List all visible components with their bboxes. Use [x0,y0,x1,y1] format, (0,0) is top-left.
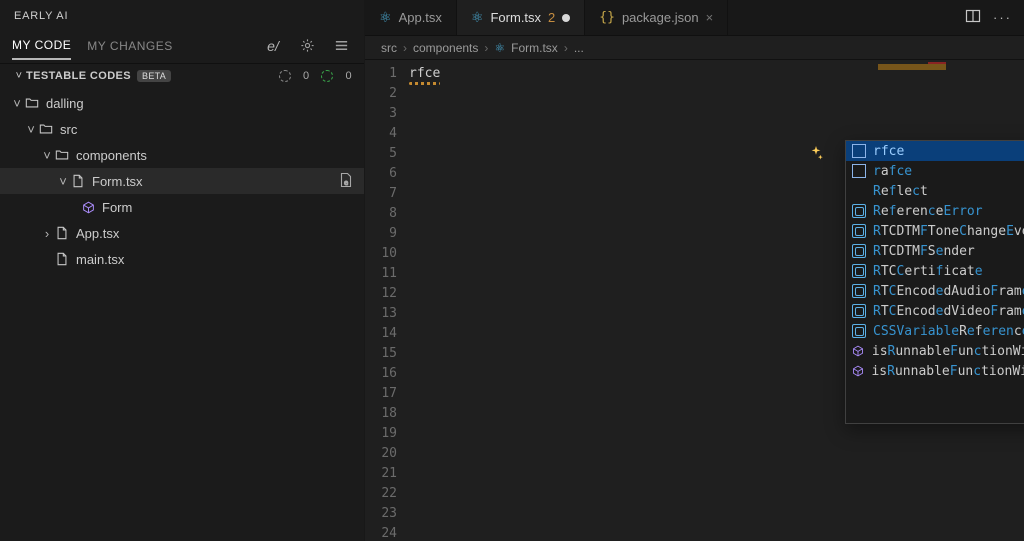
chevron-down-icon: ˅ [24,122,38,137]
chevron-down-icon: ˅ [10,96,24,111]
extension-title: EARLY AI [0,0,364,28]
tab-label: package.json [622,10,699,25]
progress-circle-green-icon [321,70,333,82]
chevron-down-icon: ˅ [56,174,70,189]
count-a: 0 [303,70,310,82]
autocomplete-item[interactable]: rfcereactFunctionalExportComponent [846,141,1024,161]
progress-circle-icon [279,70,291,82]
autocomplete-item[interactable]: ReferenceError [846,201,1024,221]
close-icon[interactable]: × [706,10,714,25]
autocomplete-item[interactable]: CSSVariableReferenceValue [846,321,1024,341]
chevron-down-icon: ˅ [40,148,54,163]
react-icon: ⚛ [494,41,505,55]
json-braces-icon: {} [599,10,615,25]
code-area[interactable]: rfce [409,60,440,541]
tree-label: Form [102,200,132,215]
autocomplete-popup: rfcereactFunctionalExportComponentrafcer… [845,140,1024,424]
count-b: 0 [345,70,352,82]
file-icon [54,226,70,240]
tree-label: dalling [46,96,84,111]
folder-icon [54,148,70,162]
tab-label: App.tsx [399,10,442,25]
tree-file-app-tsx[interactable]: › App.tsx [0,220,364,246]
cube-icon [80,201,96,214]
dirty-indicator-icon [562,14,570,22]
folder-icon [38,122,54,136]
tree-label: components [76,148,147,163]
chevron-down-icon[interactable]: ˅ [12,70,26,82]
chevron-right-icon: › [40,226,54,241]
tree-file-form-tsx[interactable]: ˅ Form.tsx e [0,168,364,194]
tab-problem-count: 2 [548,10,555,25]
editor-tab-package-json[interactable]: {} package.json × [585,0,728,35]
line-number-gutter: 1234567891011121314151617181920212223242… [365,60,409,541]
autocomplete-item[interactable]: isRunnableFunctionWithParseopenai/lib/Ru… [846,341,1024,361]
tree-label: Form.tsx [92,174,143,189]
file-icon [70,174,86,188]
react-icon: ⚛ [379,9,392,26]
autocomplete-item[interactable]: RTCCertificate [846,261,1024,281]
tree-label: src [60,122,77,137]
menu-icon[interactable] [330,35,352,57]
tree-label: main.tsx [76,252,124,267]
squiggle-warning-icon [409,82,440,85]
breadcrumb[interactable]: src› components› ⚛ Form.tsx› ... [365,36,1024,60]
editor-tab-app[interactable]: ⚛ App.tsx [365,0,457,35]
autocomplete-item[interactable]: Reflect [846,181,1024,201]
typed-text: rfce [409,66,440,81]
autocomplete-item[interactable]: RTCEncodedVideoFrame [846,301,1024,321]
crumb-tail[interactable]: ... [574,41,584,55]
minimap-warning-marker [878,64,946,70]
svg-text:e: e [344,179,348,187]
sidebar-tab-my-changes[interactable]: MY CHANGES [87,33,172,59]
split-editor-icon[interactable] [965,8,981,27]
folder-icon [24,96,40,110]
crumb[interactable]: components [413,41,478,55]
editor-tab-form[interactable]: ⚛ Form.tsx 2 [457,0,585,35]
gear-icon[interactable] [296,35,318,57]
crumb[interactable]: Form.tsx [511,41,558,55]
file-icon [54,252,70,266]
brand-short[interactable]: e/ [262,35,284,57]
more-actions-icon[interactable]: ··· [993,10,1012,25]
tree-label: App.tsx [76,226,119,241]
autocomplete-item[interactable]: rafcereactArrowFunctionExportComponent [846,161,1024,181]
tree-symbol-form[interactable]: Form [0,194,364,220]
section-title: TESTABLE CODES [26,70,131,82]
tree-folder-root[interactable]: ˅ dalling [0,90,364,116]
crumb[interactable]: src [381,41,397,55]
react-icon: ⚛ [471,9,484,26]
ai-sparkle-icon [809,146,825,162]
tab-label: Form.tsx [490,10,541,25]
autocomplete-item[interactable]: RTCDTMFSender [846,241,1024,261]
tree-file-main-tsx[interactable]: main.tsx [0,246,364,272]
sidebar-tab-my-code[interactable]: MY CODE [12,32,71,60]
tree-folder-components[interactable]: ˅ components [0,142,364,168]
autocomplete-item[interactable]: RTCEncodedAudioFrame [846,281,1024,301]
tree-folder-src[interactable]: ˅ src [0,116,364,142]
autocomplete-item[interactable]: isRunnableFunctionWithParseopenai/src/li… [846,361,1024,381]
file-tree: ˅ dalling ˅ src ˅ components ˅ Form.tsx … [0,88,364,272]
beta-badge: BETA [137,70,171,82]
autocomplete-item[interactable]: RTCDTMFToneChangeEvent [846,221,1024,241]
test-file-action-icon[interactable]: e [338,172,364,191]
